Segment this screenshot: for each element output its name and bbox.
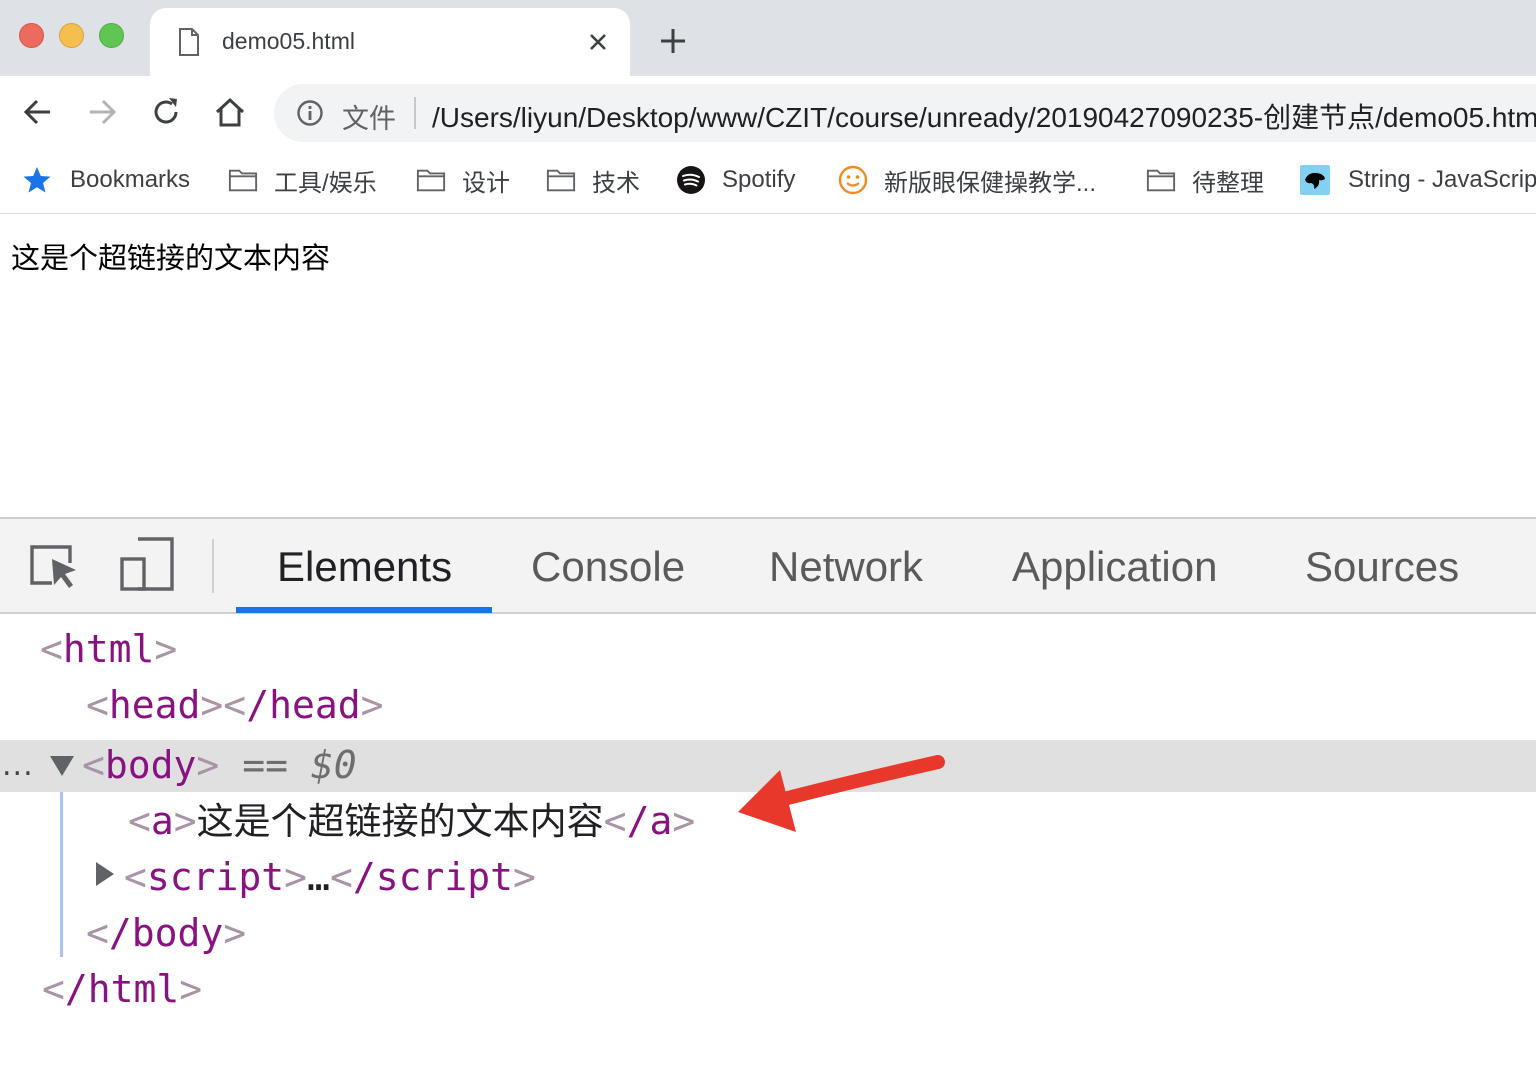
bookmarks-bar: Bookmarks 工具/娱乐 设计 技术 Spotify 新版眼保健操教学..… — [0, 148, 1536, 214]
active-tab-indicator — [236, 607, 492, 613]
bookmark-label: 技术 — [592, 169, 640, 197]
back-arrow-icon[interactable] — [20, 94, 56, 130]
tab-sources[interactable]: Sources — [1305, 543, 1459, 591]
mdn-icon — [1300, 165, 1330, 195]
dom-node-body-close[interactable]: </body> — [86, 906, 246, 960]
tab-network[interactable]: Network — [769, 543, 923, 591]
bookmark-folder-tools[interactable]: 工具/娱乐 — [228, 160, 377, 200]
devtools-panel: Elements Console Network Application Sou… — [0, 517, 1536, 1066]
bookmark-folder-todo[interactable]: 待整理 — [1146, 160, 1264, 200]
bookmark-label: Spotify — [722, 166, 796, 193]
minimize-window-button[interactable] — [59, 23, 84, 48]
tab-elements[interactable]: Elements — [277, 543, 452, 591]
anchor-text: 这是个超链接的文本内容 — [196, 800, 604, 843]
hyperlink-text[interactable]: 这是个超链接的文本内容 — [11, 235, 330, 277]
tab-title: demo05.html — [222, 28, 355, 54]
bookmark-spotify[interactable]: Spotify — [676, 160, 795, 200]
bookmark-folder-tech[interactable]: 技术 — [546, 160, 640, 200]
tab-application[interactable]: Application — [1012, 543, 1217, 591]
expand-triangle-right-icon[interactable] — [94, 860, 116, 888]
expand-triangle-down-icon[interactable] — [48, 754, 76, 778]
document-icon — [179, 28, 199, 56]
dom-node-head[interactable]: <head></head> — [86, 678, 383, 732]
bookmark-label: 设计 — [462, 169, 510, 197]
close-tab-icon[interactable] — [582, 26, 614, 58]
bookmark-label: 工具/娱乐 — [274, 169, 377, 197]
reload-icon[interactable] — [148, 94, 184, 130]
scheme-label: 文件 — [342, 104, 396, 134]
page-viewport: 这是个超链接的文本内容 — [0, 215, 1536, 517]
dom-node-anchor[interactable]: <a>这是个超链接的文本内容</a> — [128, 794, 695, 848]
folder-icon — [228, 169, 258, 192]
bookmark-folder-design[interactable]: 设计 — [416, 160, 510, 200]
new-tab-icon[interactable] — [656, 24, 690, 58]
devtools-divider — [212, 539, 214, 593]
tab-console[interactable]: Console — [531, 543, 685, 591]
bookmark-label: 待整理 — [1192, 169, 1264, 197]
star-icon — [23, 167, 51, 193]
bookmark-label: 新版眼保健操教学... — [884, 169, 1097, 197]
body-children-guide — [60, 792, 63, 957]
smiley-icon — [838, 165, 868, 195]
dom-node-html[interactable]: <html> — [40, 622, 177, 676]
folder-icon — [416, 169, 446, 192]
zoom-window-button[interactable] — [99, 23, 124, 48]
bookmark-label: Bookmarks — [70, 166, 191, 193]
folder-icon — [546, 169, 576, 192]
url-text[interactable]: /Users/liyun/Desktop/www/CZIT/course/unr… — [432, 96, 1536, 136]
dom-node-body[interactable]: <body> == $0 — [82, 738, 357, 792]
devtools-tab-bar: Elements Console Network Application Sou… — [0, 519, 1536, 614]
bookmark-label: String - JavaScript — [1348, 166, 1536, 193]
home-icon[interactable] — [212, 94, 248, 130]
close-window-button[interactable] — [19, 23, 44, 48]
spotify-icon — [677, 166, 705, 194]
address-divider — [414, 97, 416, 129]
browser-tab-active[interactable]: demo05.html — [150, 8, 630, 76]
bookmark-mdn-string[interactable]: String - JavaScript — [1300, 160, 1536, 200]
node-actions-dots[interactable]: ... — [2, 740, 34, 792]
tab-strip: demo05.html — [0, 0, 1536, 76]
forward-arrow-icon[interactable] — [84, 94, 120, 130]
address-bar[interactable]: 文件 /Users/liyun/Desktop/www/CZIT/course/… — [274, 84, 1536, 142]
dom-tree: ... <html> <head></head> <body> == $0 <a… — [0, 614, 1536, 1066]
info-icon[interactable] — [296, 99, 324, 127]
inspect-element-icon[interactable] — [26, 535, 84, 593]
bookmark-bookmarks[interactable]: Bookmarks — [22, 160, 190, 200]
dom-node-script[interactable]: <script>…</script> — [124, 850, 536, 904]
folder-icon — [1146, 169, 1176, 192]
device-toolbar-icon[interactable] — [118, 535, 176, 593]
browser-toolbar: 文件 /Users/liyun/Desktop/www/CZIT/course/… — [0, 76, 1536, 148]
bookmark-eye-exercise[interactable]: 新版眼保健操教学... — [838, 160, 1096, 200]
dom-node-html-close[interactable]: </html> — [42, 962, 202, 1016]
